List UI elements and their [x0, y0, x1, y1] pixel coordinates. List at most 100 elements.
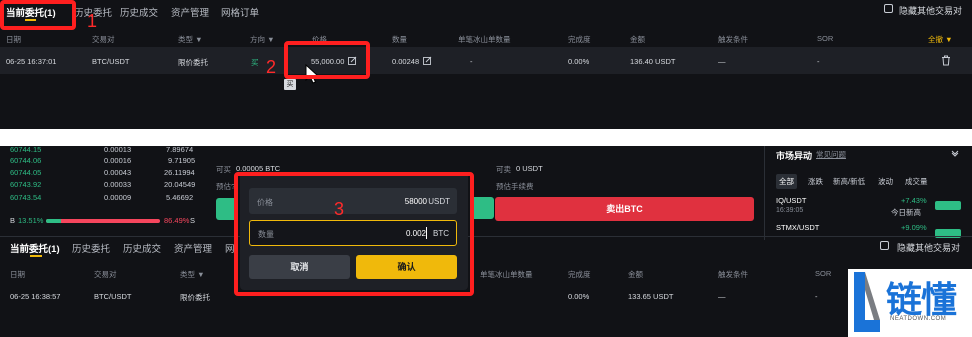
- order-sor: -: [815, 292, 818, 301]
- tab-open-orders[interactable]: 当前委托(1): [10, 241, 60, 255]
- order-date: 06-25 16:37:01: [6, 57, 57, 66]
- order-type: 限价委托: [180, 293, 210, 302]
- header-sor: SOR: [815, 269, 832, 278]
- cancel-all-button[interactable]: 全撤 ▼: [928, 34, 953, 45]
- market-item-pair[interactable]: STMX/USDT: [776, 223, 819, 232]
- market-item-change: +7.43%: [901, 196, 927, 205]
- order-pair[interactable]: BTC/USDT: [94, 292, 132, 301]
- order-iceberg: -: [470, 57, 473, 66]
- ob-price: 60744.05: [10, 168, 42, 177]
- tab-order-history[interactable]: 历史委托: [72, 241, 110, 255]
- hide-pairs-label: 隐藏其他交易对: [899, 6, 963, 16]
- order-side: 买: [251, 58, 259, 67]
- sell-btc-button[interactable]: 卖出BTC: [495, 197, 754, 221]
- top-screenshot: 当前委托(1) 历史委托 历史成交 资产管理 网格订单 隐藏其他交易对 日期 交…: [0, 0, 972, 129]
- tab-trade-history[interactable]: 历史成交: [123, 241, 161, 255]
- fee-label-right: 预估手续费: [496, 182, 534, 191]
- market-title: 市场异动: [776, 151, 813, 161]
- header-date: 日期: [6, 35, 21, 44]
- market-filter-volume[interactable]: 成交量: [905, 176, 928, 187]
- ob-price: 60744.15: [10, 146, 42, 154]
- header-amount: 金额: [628, 270, 643, 279]
- order-date: 06-25 16:38:57: [10, 292, 61, 301]
- order-amount: 133.65 USDT: [628, 292, 674, 301]
- market-item-note: 今日新高: [891, 208, 921, 217]
- ratio-bar-buy-fill: [46, 219, 62, 223]
- order-trigger: —: [718, 57, 726, 66]
- annotation-number-1: 1: [87, 11, 98, 31]
- avail-buy-label: 可买: [216, 165, 231, 174]
- market-item-badge: [935, 201, 961, 210]
- market-faq-link[interactable]: 常见问题: [816, 149, 846, 160]
- ratio-sell-suffix: S: [190, 216, 196, 225]
- header-date: 日期: [10, 270, 25, 279]
- market-filter-volatility[interactable]: 波动: [878, 176, 893, 187]
- header-type[interactable]: 类型 ▼: [180, 269, 205, 280]
- market-item-change: +9.09%: [901, 223, 927, 232]
- market-item-time: 16:39:05: [776, 207, 804, 214]
- order-trigger: —: [718, 292, 726, 301]
- ob-total: 7.89674: [166, 146, 194, 154]
- ob-price: 60743.92: [10, 180, 42, 189]
- annotation-number-3: 3: [334, 199, 345, 219]
- avail-sell-value: 0 USDT: [516, 164, 543, 173]
- hide-pairs-checkbox[interactable]: [884, 4, 893, 13]
- hide-pairs-label: 隐藏其他交易对: [897, 243, 961, 253]
- bottom-screenshot: 60744.15 0.00013 7.89674 60744.06 0.0001…: [0, 146, 972, 337]
- header-qty: 数量: [392, 35, 407, 44]
- order-sor: -: [817, 57, 820, 66]
- order-type: 限价委托: [178, 58, 208, 67]
- header-trigger: 触发条件: [718, 35, 748, 44]
- annotation-number-2: 2: [266, 57, 277, 77]
- ob-price: 60743.54: [10, 193, 42, 202]
- table-row: [0, 47, 972, 74]
- trash-icon[interactable]: [941, 55, 951, 68]
- header-trigger: 触发条件: [718, 270, 748, 279]
- tab-funds[interactable]: 资产管理: [174, 241, 212, 255]
- tab-trade-history[interactable]: 历史成交: [120, 5, 158, 19]
- header-sor: SOR: [817, 34, 834, 43]
- ob-qty: 0.00013: [104, 146, 132, 154]
- market-filter-change[interactable]: 涨跌: [808, 176, 823, 187]
- header-filled: 完成度: [568, 270, 591, 279]
- ob-price: 60744.06: [10, 156, 42, 165]
- ob-total: 26.11994: [164, 168, 195, 177]
- ratio-buy-prefix: B: [10, 216, 16, 225]
- order-filled: 0.00%: [568, 57, 590, 66]
- order-qty[interactable]: 0.00248: [392, 57, 419, 66]
- watermark-logo: 链懂 NEATDOWN.COM: [848, 269, 972, 337]
- active-tab-indicator: [30, 255, 42, 257]
- logo-mark-icon: [854, 272, 880, 332]
- watermark-sub: NEATDOWN.COM: [890, 316, 947, 322]
- market-filter-high-low[interactable]: 新高/新低: [833, 176, 865, 187]
- ob-total: 5.46692: [166, 193, 194, 202]
- hide-pairs-checkbox[interactable]: [880, 241, 889, 250]
- header-side[interactable]: 方向 ▼: [250, 34, 275, 45]
- annotation-box-2: [284, 41, 370, 79]
- avail-sell-label: 可卖: [496, 165, 511, 174]
- header-iceberg: 单笔冰山单数量: [458, 35, 511, 44]
- ob-qty: 0.00016: [104, 156, 132, 165]
- ratio-bar: [46, 219, 160, 223]
- divider: [0, 236, 972, 237]
- market-item-pair[interactable]: IQ/USDT: [776, 196, 806, 205]
- header-pair: 交易对: [92, 35, 115, 44]
- fee-label-left: 预估?: [216, 182, 236, 191]
- ratio-buy: 13.51%: [18, 216, 44, 225]
- edit-qty-icon[interactable]: [423, 56, 432, 67]
- annotation-box-3: [234, 172, 474, 296]
- order-pair[interactable]: BTC/USDT: [92, 57, 130, 66]
- chevron-down-icon[interactable]: [951, 149, 959, 159]
- market-filter-all[interactable]: 全部: [776, 174, 797, 189]
- tab-funds[interactable]: 资产管理: [171, 5, 209, 19]
- header-type[interactable]: 类型 ▼: [178, 34, 203, 45]
- ob-total: 20.04549: [164, 180, 196, 189]
- annotation-box-1: [0, 0, 76, 30]
- tooltip: 买: [284, 79, 296, 90]
- order-amount: 136.40 USDT: [630, 57, 676, 66]
- order-filled: 0.00%: [568, 292, 590, 301]
- tab-grid-orders[interactable]: 网格订单: [221, 5, 259, 19]
- ratio-sell: 86.49%: [164, 216, 190, 225]
- ob-qty: 0.00033: [104, 180, 132, 189]
- ob-qty: 0.00043: [104, 168, 132, 177]
